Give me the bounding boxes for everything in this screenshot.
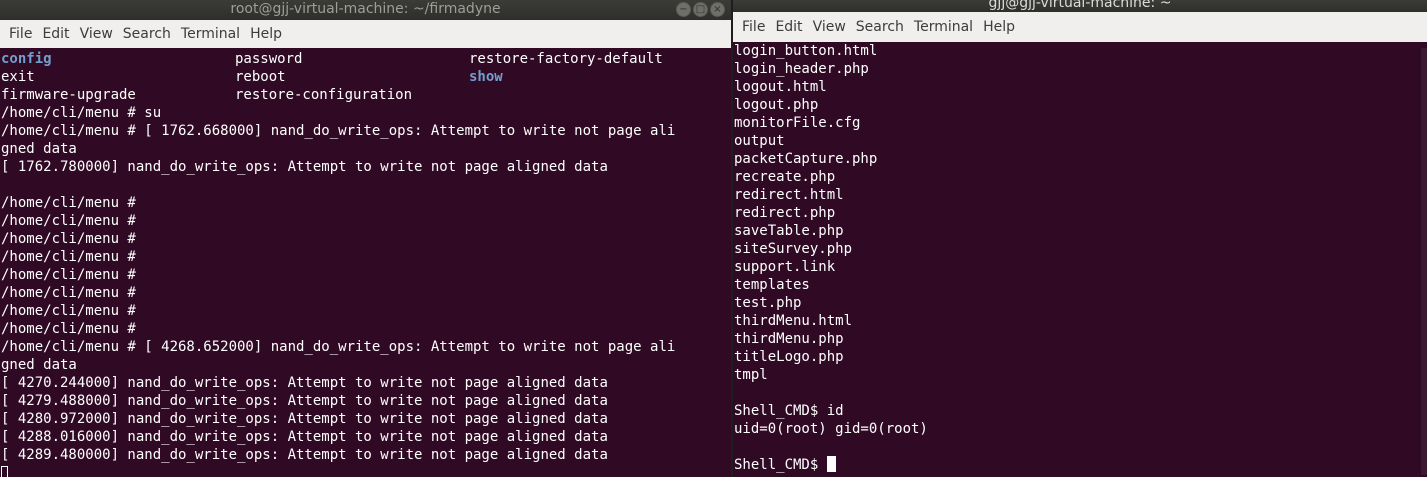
terminal-line: redirect.html [734,187,844,203]
menu-terminal[interactable]: Terminal [176,26,245,42]
terminal-line: titleLogo.php [734,349,844,365]
menu-terminal[interactable]: Terminal [909,19,978,35]
terminal-line: uid=0(root) gid=0(root) [734,421,928,437]
terminal-line: [ 4279.488000] nand_do_write_ops: Attemp… [1,393,608,409]
prompt-line: Shell_CMD$ [734,456,1427,474]
terminal-line: /home/cli/menu # [ 1762.668000] nand_do_… [1,123,676,139]
terminal-line: firmware-upgrade restore-configuration [1,86,731,104]
window-title-right: gjj@gjj-virtual-machine: ~ [988,0,1172,11]
menu-command: password [235,51,303,67]
terminal-line: recreate.php [734,169,836,185]
terminal-line: login_header.php [734,61,869,77]
terminal-window-right[interactable]: gjj@gjj-virtual-machine: ~ File Edit Vie… [733,0,1427,477]
terminal-line: [ 4289.480000] nand_do_write_ops: Attemp… [1,447,608,463]
menu-help[interactable]: Help [245,26,287,42]
terminal-window-left[interactable]: root@gjj-virtual-machine: ~/firmadyne − … [0,0,731,477]
menu-edit[interactable]: Edit [37,26,74,42]
menu-command: show [469,69,503,85]
menu-command: firmware-upgrade [1,87,136,103]
terminal-line: gned data [1,141,77,157]
terminal-line: /home/cli/menu # [1,321,136,337]
menu-help[interactable]: Help [978,19,1020,35]
terminal-line: thirdMenu.php [734,331,844,347]
menu-bar-right: File Edit View Search Terminal Help [733,12,1427,42]
scrollbar-right[interactable] [1421,48,1427,475]
terminal-line: test.php [734,295,802,311]
terminal-line: /home/cli/menu # [1,285,136,301]
menu-view[interactable]: View [808,19,851,35]
terminal-line: exit reboot show [1,68,731,86]
terminal-line: [ 1762.780000] nand_do_write_ops: Attemp… [1,159,608,175]
terminal-line: output [734,133,785,149]
terminal-output-left[interactable]: config password restore-factory-default exi… [0,50,731,477]
maximize-icon[interactable]: □ [693,2,708,17]
terminal-line: thirdMenu.html [734,313,853,329]
terminal-line: [ 4280.972000] nand_do_write_ops: Attemp… [1,411,608,427]
menu-search[interactable]: Search [118,26,176,42]
terminal-line: saveTable.php [734,223,844,239]
terminal-line: siteSurvey.php [734,241,853,257]
menu-command: exit [1,69,35,85]
terminal-line: support.link [734,259,836,275]
terminal-cursor-line [1,464,731,477]
menu-command: restore-factory-default [469,51,663,67]
terminal-line: [ 4288.016000] nand_do_write_ops: Attemp… [1,429,608,445]
close-icon[interactable]: × [710,2,725,17]
cursor-icon [1,466,8,477]
terminal-line: tmpl [734,367,768,383]
menu-command: restore-configuration [235,87,413,103]
terminal-line: logout.php [734,97,819,113]
terminal-line: /home/cli/menu # su [1,105,162,121]
window-controls-left: − □ × [676,2,725,17]
terminal-line: config password restore-factory-default [1,50,731,68]
shell-prompt: Shell_CMD$ [734,457,827,473]
terminal-line: packetCapture.php [734,151,878,167]
menu-view[interactable]: View [75,26,118,42]
terminal-line: /home/cli/menu # [1,213,136,229]
window-title-left: root@gjj-virtual-machine: ~/firmadyne [230,1,501,17]
terminal-line: /home/cli/menu # [1,195,136,211]
menu-file[interactable]: File [4,26,37,42]
terminal-line: logout.html [734,79,827,95]
menu-command: config [1,51,52,67]
terminal-line: [ 4270.244000] nand_do_write_ops: Attemp… [1,375,608,391]
title-bar-left[interactable]: root@gjj-virtual-machine: ~/firmadyne − … [0,0,731,20]
terminal-output-right[interactable]: login_button.html login_header.php logout.… [733,42,1427,477]
terminal-line: redirect.php [734,205,836,221]
terminal-line: /home/cli/menu # [ 4268.652000] nand_do_… [1,339,676,355]
menu-search[interactable]: Search [851,19,909,35]
title-bar-right[interactable]: gjj@gjj-virtual-machine: ~ [733,0,1427,12]
minimize-icon[interactable]: − [676,2,691,17]
menu-edit[interactable]: Edit [770,19,807,35]
terminal-line: /home/cli/menu # [1,267,136,283]
terminal-line: /home/cli/menu # [1,231,136,247]
menu-bar-left: File Edit View Search Terminal Help [0,20,731,48]
terminal-line: templates [734,277,810,293]
terminal-line: gned data [1,357,77,373]
menu-file[interactable]: File [737,19,770,35]
terminal-line: login_button.html [734,43,878,59]
terminal-line: /home/cli/menu # [1,303,136,319]
cursor-icon [826,456,836,472]
menu-command: reboot [235,69,286,85]
terminal-line: monitorFile.cfg [734,115,861,131]
terminal-line: /home/cli/menu # [1,249,136,265]
terminal-line: Shell_CMD$ id [734,403,844,419]
